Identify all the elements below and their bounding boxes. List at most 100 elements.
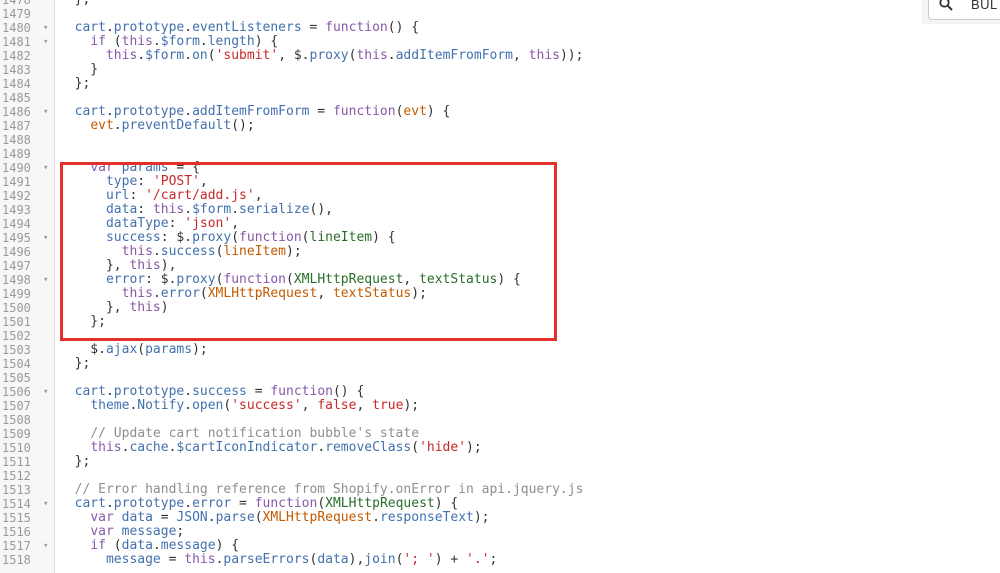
- code-token: proxy: [192, 230, 232, 245]
- code-line[interactable]: 1478 };: [0, 0, 1000, 7]
- code-line[interactable]: 1491 type: 'POST',: [0, 175, 1000, 190]
- line-number: 1514: [2, 497, 31, 511]
- fold-arrow-icon[interactable]: ▾: [43, 385, 48, 399]
- code-line[interactable]: 1484 };: [0, 76, 1000, 92]
- code-line[interactable]: 1509 // Update cart notification bubble'…: [0, 427, 1000, 442]
- code-line[interactable]: 1488: [0, 133, 1000, 147]
- line-number: 1498: [2, 273, 31, 287]
- code-token: evt: [403, 104, 427, 119]
- code-token: .: [152, 34, 161, 49]
- code-text: type: 'POST',: [59, 175, 208, 189]
- code-line[interactable]: 1486 ▾ cart.prototype.addItemFromForm = f…: [0, 104, 1000, 120]
- line-number: 1504: [2, 357, 31, 371]
- code-line[interactable]: 1513 // Error handling reference from Sh…: [0, 482, 1000, 498]
- code-token: this: [356, 48, 388, 63]
- code-line[interactable]: 1496 this.success(lineItem);: [0, 244, 1000, 260]
- code-token: .: [184, 20, 193, 35]
- code-token: },: [59, 258, 130, 273]
- code-token: };: [59, 76, 91, 91]
- code-token: .: [372, 510, 380, 525]
- code-token: proxy: [176, 272, 216, 287]
- code-token: var: [90, 524, 114, 539]
- line-number: 1507: [2, 399, 31, 413]
- fold-arrow-icon[interactable]: ▾: [43, 35, 48, 49]
- code-token: .: [113, 118, 122, 133]
- code-line[interactable]: 1515 var data = JSON.parse(XMLHttpReques…: [0, 510, 1000, 526]
- code-text: data: this.$form.serialize(),: [59, 203, 333, 217]
- code-line[interactable]: 1492 url: '/cart/add.js',: [0, 188, 1000, 204]
- code-line[interactable]: 1479: [0, 7, 1000, 21]
- code-line[interactable]: 1505: [0, 371, 1000, 385]
- code-line[interactable]: 1512: [0, 469, 1000, 483]
- code-line[interactable]: 1502: [0, 329, 1000, 343]
- line-number: 1480: [2, 21, 31, 35]
- code-line[interactable]: 1489: [0, 147, 1000, 161]
- code-token: url: [105, 188, 130, 203]
- fold-arrow-icon[interactable]: ▾: [43, 497, 48, 511]
- code-text: var message;: [59, 525, 184, 539]
- code-token: var: [90, 510, 114, 525]
- code-line[interactable]: 1506 ▾ cart.prototype.success = function(…: [0, 385, 1000, 400]
- line-number: 1486: [2, 105, 31, 119]
- line-number: 1510: [2, 441, 31, 455]
- code-token: (: [199, 286, 208, 301]
- code-line[interactable]: 1517 ▾ if (data.message) {: [0, 539, 1000, 554]
- fold-arrow-icon[interactable]: ▾: [43, 539, 48, 553]
- code-token: addItemFromForm: [192, 104, 310, 119]
- code-line[interactable]: 1504 };: [0, 357, 1000, 372]
- code-token: this: [121, 34, 153, 49]
- code-line[interactable]: 1508: [0, 413, 1000, 427]
- code-line[interactable]: 1481 ▾ if (this.$form.length) {: [0, 35, 1000, 50]
- code-line[interactable]: 1490 ▾ var params = {: [0, 160, 1000, 176]
- code-token: .: [105, 104, 114, 119]
- search-input[interactable]: BUL: [928, 0, 1000, 20]
- code-line[interactable]: 1482 this.$form.on('submit', $.proxy(thi…: [0, 48, 1000, 64]
- code-token: prototype: [113, 496, 185, 511]
- code-line[interactable]: 1495 ▾ success: $.proxy(function(lineItem…: [0, 230, 1000, 246]
- code-token: Notify: [137, 398, 185, 413]
- code-line[interactable]: 1518 message = this.parseErrors(data),jo…: [0, 552, 1000, 568]
- code-area[interactable]: 1478 };14791480▾ cart.prototype.eventLis…: [0, 0, 1000, 567]
- code-token: this: [121, 244, 153, 259]
- code-token: error: [192, 496, 232, 511]
- fold-arrow-icon[interactable]: ▾: [43, 105, 48, 119]
- code-token: proxy: [309, 48, 349, 63]
- fold-arrow-icon[interactable]: ▾: [43, 273, 48, 287]
- fold-arrow-icon[interactable]: ▾: [43, 21, 48, 35]
- code-token: cart: [74, 104, 106, 119]
- code-line[interactable]: 1493 data: this.$form.serialize(),: [0, 203, 1000, 218]
- code-token: params: [121, 160, 169, 175]
- code-line[interactable]: 1511 };: [0, 455, 1000, 470]
- code-line[interactable]: 1501 };: [0, 315, 1000, 330]
- code-line[interactable]: 1497 }, this),: [0, 258, 1000, 274]
- code-line[interactable]: 1487 evt.preventDefault();: [0, 118, 1000, 134]
- code-token: );: [403, 398, 420, 413]
- code-token: ,: [301, 398, 318, 413]
- code-line[interactable]: 1500 }, this): [0, 300, 1000, 316]
- code-line[interactable]: 1514 ▾ cart.prototype.error = function(XM…: [0, 496, 1000, 512]
- code-token: .: [105, 496, 114, 511]
- code-line[interactable]: 1483 }: [0, 63, 1000, 78]
- code-line[interactable]: 1485: [0, 91, 1000, 105]
- code-text: // Error handling reference from Shopify…: [59, 482, 584, 497]
- fold-arrow-icon[interactable]: ▾: [43, 231, 48, 245]
- fold-arrow-icon[interactable]: ▾: [43, 161, 48, 175]
- code-editor[interactable]: 1478 };14791480▾ cart.prototype.eventLis…: [0, 0, 1000, 573]
- code-line[interactable]: 1503 $.ajax(params);: [0, 343, 1000, 358]
- code-line[interactable]: 1507 theme.Notify.open('success', false,…: [0, 398, 1000, 414]
- code-line[interactable]: 1498 ▾ error: $.proxy(function(XMLHttpReq…: [0, 272, 1000, 288]
- code-line[interactable]: 1494 dataType: 'json',: [0, 217, 1000, 232]
- code-line[interactable]: 1499 this.error(XMLHttpRequest, textStat…: [0, 286, 1000, 302]
- code-token: (: [105, 34, 122, 49]
- code-line[interactable]: 1480 ▾ cart.prototype.eventListeners = fu…: [0, 20, 1000, 36]
- code-text: if (this.$form.length) {: [59, 35, 278, 49]
- code-token: cart: [74, 20, 106, 35]
- code-token: this: [129, 300, 161, 315]
- code-token: ),: [160, 258, 177, 273]
- code-token: data: [317, 552, 349, 567]
- code-token: textStatus: [332, 286, 412, 301]
- code-line[interactable]: 1516 var message;: [0, 525, 1000, 540]
- code-line[interactable]: 1510 this.cache.$cartIconIndicator.remov…: [0, 441, 1000, 456]
